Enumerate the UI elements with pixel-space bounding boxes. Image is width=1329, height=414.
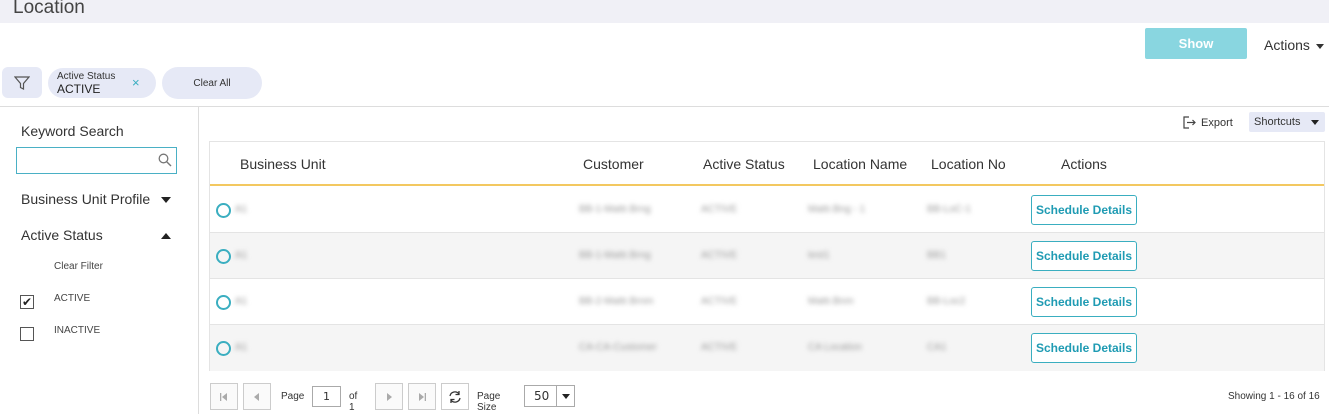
filter-chip-active-status: Active Status ACTIVE × — [48, 68, 156, 98]
next-page-icon — [387, 392, 392, 401]
caret-down-icon — [1311, 120, 1319, 125]
last-page-icon — [419, 392, 426, 401]
shortcuts-label: Shortcuts — [1254, 116, 1301, 128]
table-row[interactable]: A1 BB-1-Mattr.Brng ACTIVE Mattr.Bng - 1 … — [210, 187, 1324, 233]
previous-page-icon — [254, 392, 259, 401]
sidebar-divider — [198, 107, 199, 414]
cell-location-name: Mattr.Bnm — [808, 296, 854, 307]
cell-location-name: Mattr.Bng - 1 — [808, 204, 866, 215]
cell-business-unit: A1 — [235, 250, 248, 261]
divider — [0, 106, 1329, 107]
close-icon[interactable]: × — [132, 75, 140, 90]
column-header-location-name[interactable]: Location Name — [813, 156, 907, 172]
first-page-icon — [220, 392, 227, 401]
row-select-radio[interactable] — [216, 249, 231, 264]
active-option-label: ACTIVE — [54, 293, 91, 304]
export-label: Export — [1201, 116, 1233, 129]
refresh-icon — [449, 390, 461, 403]
business-unit-profile-label: Business Unit Profile — [21, 191, 151, 207]
cell-business-unit: A1 — [235, 342, 248, 353]
cell-status: ACTIVE — [701, 342, 738, 353]
next-page-button[interactable] — [375, 383, 403, 410]
page-size-select[interactable]: 50 — [524, 385, 575, 407]
locations-grid: Business Unit Customer Active Status Loc… — [209, 141, 1325, 371]
caret-down-icon — [1315, 43, 1324, 49]
schedule-details-button[interactable]: Schedule Details — [1031, 287, 1137, 317]
search-icon[interactable] — [158, 153, 172, 167]
cell-location-name: test1 — [808, 250, 830, 261]
chevron-up-icon[interactable] — [161, 233, 171, 239]
clear-all-button[interactable]: Clear All — [162, 67, 262, 99]
cell-status: ACTIVE — [701, 296, 738, 307]
page-title: Location — [13, 0, 85, 18]
table-row[interactable]: A1 CA-CA-Customer ACTIVE CA Location CA1… — [210, 325, 1324, 371]
page-of-label: of 1 — [349, 391, 358, 413]
column-header-actions: Actions — [1061, 156, 1107, 172]
keyword-search-label: Keyword Search — [21, 123, 124, 139]
keyword-search-input[interactable] — [17, 148, 152, 173]
chip-label: Active Status — [57, 71, 116, 82]
chevron-down-icon[interactable] — [161, 197, 171, 203]
cell-status: ACTIVE — [701, 204, 738, 215]
chip-value: ACTIVE — [57, 82, 101, 96]
show-button[interactable]: Show — [1145, 28, 1247, 59]
grid-header: Business Unit Customer Active Status Loc… — [210, 142, 1324, 186]
cell-customer: CA-CA-Customer — [579, 342, 657, 353]
row-select-radio[interactable] — [216, 295, 231, 310]
row-select-radio[interactable] — [216, 341, 231, 356]
cell-business-unit: A1 — [235, 296, 248, 307]
page-label: Page — [281, 391, 305, 402]
cell-customer: BB-1-Mattr.Brng — [579, 250, 651, 261]
cell-customer: BB-1-Mattr.Brng — [579, 204, 651, 215]
cell-location-no: BB1 — [927, 250, 946, 261]
column-header-active-status[interactable]: Active Status — [703, 156, 785, 172]
actions-label: Actions — [1264, 37, 1310, 53]
active-status-toggle[interactable]: Active Status — [21, 227, 103, 243]
cell-location-no: BB-LoC-1 — [927, 204, 971, 215]
inactive-option-label: INACTIVE — [54, 325, 101, 336]
column-header-business-unit[interactable]: Business Unit — [240, 156, 326, 172]
export-icon — [1183, 116, 1196, 129]
last-page-button[interactable] — [408, 383, 436, 410]
showing-count: Showing 1 - 16 of 16 — [1228, 391, 1320, 402]
clear-filter-link[interactable]: Clear Filter — [54, 261, 103, 272]
cell-business-unit: A1 — [235, 204, 248, 215]
cell-status: ACTIVE — [701, 250, 738, 261]
active-status-label: Active Status — [21, 227, 103, 243]
page-number-input[interactable]: 1 — [312, 386, 341, 407]
cell-location-no: CA1 — [927, 342, 947, 353]
previous-page-button[interactable] — [243, 383, 271, 410]
title-bar: Location — [0, 0, 1329, 23]
keyword-search-field[interactable] — [16, 147, 177, 174]
schedule-details-button[interactable]: Schedule Details — [1031, 241, 1137, 271]
chevron-down-icon[interactable] — [556, 386, 574, 406]
column-header-location-no[interactable]: Location No — [931, 156, 1006, 172]
page-size-label: Page Size — [477, 391, 501, 413]
filter-icon — [14, 75, 30, 90]
table-row[interactable]: A1 BB-2-Mattr.Brnm ACTIVE Mattr.Bnm BB-L… — [210, 279, 1324, 325]
active-checkbox[interactable]: ✔ — [20, 295, 34, 309]
table-row[interactable]: A1 BB-1-Mattr.Brng ACTIVE test1 BB1 Sche… — [210, 233, 1324, 279]
inactive-checkbox[interactable] — [20, 327, 34, 341]
page-size-value: 50 — [534, 389, 550, 403]
actions-dropdown[interactable]: Actions — [1264, 37, 1324, 53]
schedule-details-button[interactable]: Schedule Details — [1031, 195, 1137, 225]
first-page-button[interactable] — [210, 383, 238, 410]
row-select-radio[interactable] — [216, 203, 231, 218]
filter-toggle-button[interactable] — [2, 67, 42, 98]
shortcuts-dropdown[interactable]: Shortcuts — [1249, 112, 1325, 132]
refresh-button[interactable] — [441, 383, 469, 410]
cell-location-no: BB-Loc2 — [927, 296, 966, 307]
business-unit-profile-toggle[interactable]: Business Unit Profile — [21, 191, 150, 207]
export-button[interactable]: Export — [1183, 116, 1233, 129]
column-header-customer[interactable]: Customer — [583, 156, 644, 172]
cell-location-name: CA Location — [808, 342, 862, 353]
schedule-details-button[interactable]: Schedule Details — [1031, 333, 1137, 363]
cell-customer: BB-2-Mattr.Brnm — [579, 296, 654, 307]
